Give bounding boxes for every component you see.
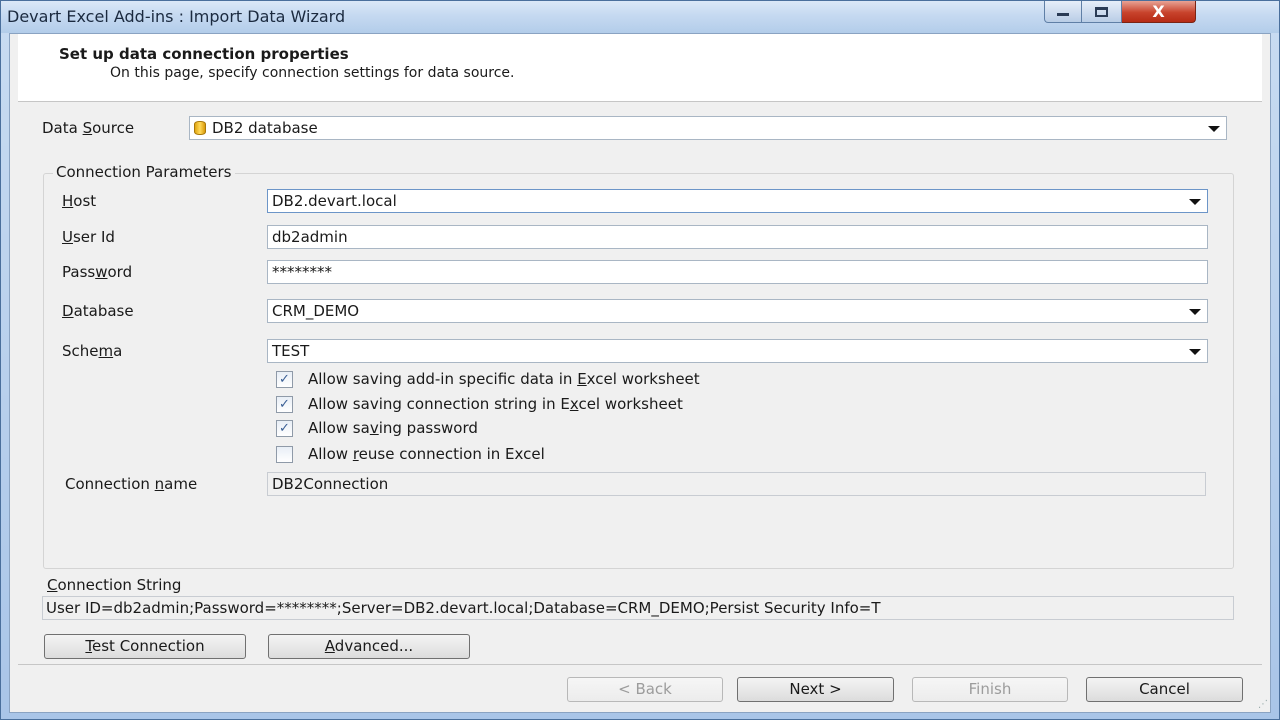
cb-label-post: cel worksheet	[578, 395, 683, 413]
back-button[interactable]: < Back	[567, 677, 723, 702]
cb-label-pre: Allow saving connection string in E	[308, 395, 570, 413]
resize-grip-icon[interactable]: ⋰	[1258, 699, 1268, 710]
database-label-post: atabase	[73, 302, 134, 320]
group-title: Connection Parameters	[53, 163, 235, 181]
host-label-post: ost	[73, 192, 97, 210]
footer-divider	[18, 664, 1262, 665]
schema-label-accel: m	[98, 342, 114, 360]
user-id-input[interactable]: db2admin	[267, 225, 1208, 249]
window-title: Devart Excel Add-ins : Import Data Wizar…	[7, 7, 346, 26]
chevron-down-icon	[1208, 126, 1220, 132]
database-icon	[194, 121, 206, 135]
data-source-label-accel: S	[82, 119, 93, 137]
save-password-label[interactable]: Allow saving password	[308, 419, 478, 437]
close-button[interactable]: X	[1122, 1, 1196, 23]
title-bar[interactable]: Devart Excel Add-ins : Import Data Wizar…	[1, 1, 1279, 33]
data-source-label-pre: Data	[42, 119, 83, 137]
checkmark-icon: ✓	[279, 421, 290, 436]
database-label-accel: D	[62, 302, 74, 320]
cb-label-pre: Allow saving add-in specific data in	[308, 370, 578, 388]
cancel-button[interactable]: Cancel	[1086, 677, 1243, 702]
user-id-label-post: ser Id	[72, 228, 115, 246]
cb-label-pre: Allow	[308, 445, 353, 463]
next-button[interactable]: Next >	[737, 677, 894, 702]
cb-label-accel: E	[577, 370, 587, 388]
save-connection-string-checkbox[interactable]: ✓	[276, 396, 293, 413]
chevron-down-icon	[1189, 349, 1201, 355]
password-label-accel: w	[95, 263, 108, 281]
schema-label-post: a	[113, 342, 123, 360]
host-label-accel: H	[62, 192, 74, 210]
schema-label-pre: Sche	[62, 342, 99, 360]
test-connection-button[interactable]: Test Connection	[44, 634, 246, 659]
cb-label-accel: v	[369, 419, 379, 437]
save-addin-data-label[interactable]: Allow saving add-in specific data in Exc…	[308, 370, 700, 388]
save-addin-data-checkbox[interactable]: ✓	[276, 371, 293, 388]
user-id-label: User Id	[62, 228, 115, 246]
save-connection-string-label[interactable]: Allow saving connection string in Excel …	[308, 395, 683, 413]
password-label: Password	[62, 263, 132, 281]
host-label: Host	[62, 192, 96, 210]
connection-name-field[interactable]: DB2Connection	[267, 472, 1206, 496]
connection-string-label-post: onnection String	[57, 576, 182, 594]
database-select[interactable]: CRM_DEMO	[267, 299, 1208, 323]
cb-label-post: euse connection in Excel	[358, 445, 545, 463]
advanced-button[interactable]: Advanced...	[268, 634, 470, 659]
minimize-button[interactable]	[1044, 1, 1082, 23]
test-connection-label: est Connection	[92, 637, 205, 655]
data-source-value: DB2 database	[212, 119, 318, 137]
connection-string-label: Connection String	[47, 576, 181, 594]
reuse-connection-label[interactable]: Allow reuse connection in Excel	[308, 445, 545, 463]
user-id-label-accel: U	[62, 228, 73, 246]
advanced-accel: A	[324, 637, 335, 655]
password-label-pre: Pass	[62, 263, 96, 281]
database-label: Database	[62, 302, 134, 320]
cb-label-post: ing password	[378, 419, 478, 437]
minimize-icon	[1057, 13, 1069, 16]
database-value: CRM_DEMO	[272, 302, 360, 320]
schema-label: Schema	[62, 342, 122, 360]
checkmark-icon: ✓	[279, 397, 290, 412]
checkmark-icon: ✓	[279, 372, 290, 387]
wizard-header: Set up data connection properties On thi…	[18, 34, 1262, 102]
connection-name-label-accel: n	[154, 475, 165, 493]
data-source-label-post: ource	[92, 119, 135, 137]
data-source-select[interactable]: DB2 database	[189, 116, 1227, 140]
schema-value: TEST	[272, 342, 310, 360]
page-title: Set up data connection properties	[59, 45, 349, 63]
chevron-down-icon	[1189, 199, 1201, 205]
connection-name-label-post: ame	[164, 475, 198, 493]
chevron-down-icon	[1189, 309, 1201, 315]
maximize-button[interactable]	[1082, 1, 1122, 23]
host-value: DB2.devart.local	[272, 192, 397, 210]
advanced-label: dvanced...	[334, 637, 414, 655]
cb-label-pre: Allow sa	[308, 419, 370, 437]
host-select[interactable]: DB2.devart.local	[267, 189, 1208, 213]
schema-select[interactable]: TEST	[267, 339, 1208, 363]
connection-string-label-accel: C	[47, 576, 58, 594]
password-label-post: ord	[107, 263, 133, 281]
password-input[interactable]: ********	[267, 260, 1208, 284]
connection-name-label: Connection name	[65, 475, 197, 493]
reuse-connection-checkbox[interactable]	[276, 446, 293, 463]
wizard-window: Devart Excel Add-ins : Import Data Wizar…	[0, 0, 1280, 720]
maximize-icon	[1095, 6, 1108, 17]
connection-string-field[interactable]: User ID=db2admin;Password=********;Serve…	[42, 596, 1234, 620]
finish-button[interactable]: Finish	[912, 677, 1068, 702]
connection-name-label-pre: Connection	[65, 475, 155, 493]
cb-label-post: xcel worksheet	[586, 370, 700, 388]
page-subtitle: On this page, specify connection setting…	[110, 65, 515, 81]
close-icon: X	[1152, 2, 1165, 21]
save-password-checkbox[interactable]: ✓	[276, 420, 293, 437]
data-source-label: Data Source	[42, 119, 134, 137]
wizard-body: Set up data connection properties On thi…	[9, 33, 1271, 713]
